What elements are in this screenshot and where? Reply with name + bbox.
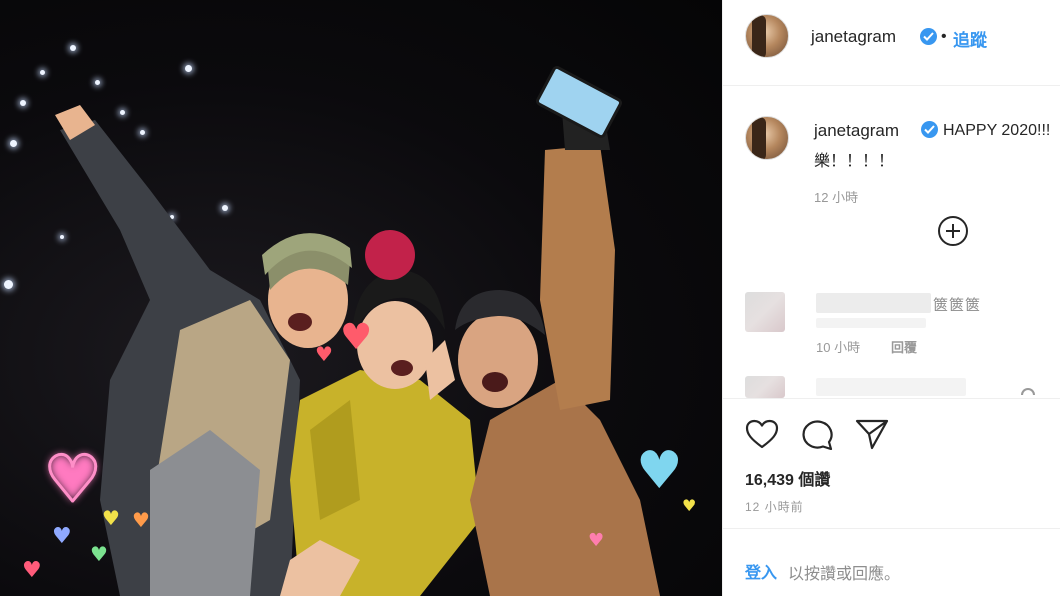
heart-sticker-icon: ♥ — [588, 530, 605, 551]
heart-sticker-icon: ♥ — [22, 558, 42, 583]
heart-outline-icon[interactable] — [745, 419, 779, 449]
separator-dot: • — [941, 28, 947, 45]
heart-sticker-icon: ♥ — [102, 506, 120, 530]
header-username-link[interactable]: janetagram — [811, 27, 896, 47]
comment-username-blurred — [816, 378, 966, 396]
comment-options-icon[interactable] — [1021, 388, 1035, 395]
caption-timestamp[interactable]: 12 小時 — [814, 187, 858, 206]
heart-sticker-icon: ♥ — [132, 508, 150, 532]
post-actions: 16,439 個讚 12 小時前 — [723, 398, 1060, 528]
comment-avatar[interactable] — [745, 376, 785, 398]
post-photo[interactable]: ♥ ♥ ♥ ♥ ♥ ♥ ♥ ♥ ♥ ♥ ♥ — [0, 0, 722, 596]
caption-username-link[interactable]: janetagram — [814, 121, 899, 141]
heart-sticker-icon: ♥ — [340, 317, 373, 358]
login-link[interactable]: 登入 — [745, 559, 777, 583]
comment-reply-button[interactable]: 回覆 — [891, 337, 917, 356]
avatar[interactable] — [745, 14, 789, 58]
heart-sticker-icon: ♥ — [90, 542, 108, 566]
follow-button[interactable]: 追蹤 — [953, 26, 987, 51]
verified-badge-icon — [921, 121, 938, 138]
like-count[interactable]: 16,439 個讚 — [745, 466, 830, 490]
paper-plane-icon[interactable] — [855, 418, 889, 450]
comment-timestamp[interactable]: 10 小時 — [816, 337, 860, 356]
caption-text: HAPPY 2020!!! — [943, 122, 1051, 139]
post-side-panel: janetagram • 追蹤 janetagram HAPPY 2020!!!… — [722, 0, 1060, 596]
login-prompt: 登入 以按讚或回應。 — [723, 528, 1060, 596]
caption-text-line2: 樂！！！！ — [814, 153, 895, 170]
comment-avatar[interactable] — [745, 292, 785, 332]
heart-sticker-icon: ♥ — [315, 342, 333, 366]
heart-sticker-icon: ♥ — [52, 524, 72, 549]
post-timestamp[interactable]: 12 小時前 — [745, 498, 804, 515]
verified-badge-icon — [920, 28, 937, 45]
plus-circle-icon[interactable] — [938, 216, 968, 246]
comment-text: 篋篋篋 — [933, 297, 982, 314]
heart-sticker-icon: ♥ — [682, 496, 697, 515]
heart-sticker-icon: ♥ — [636, 441, 683, 501]
comment-username-blurred — [816, 293, 931, 313]
login-prompt-text: 以按讚或回應。 — [788, 566, 901, 583]
post-header: janetagram • 追蹤 — [723, 0, 1060, 86]
caption-avatar[interactable] — [745, 116, 789, 160]
heart-sticker-icon: ♥ — [42, 443, 102, 517]
comment-text-blurred — [816, 318, 926, 328]
speech-bubble-icon[interactable] — [800, 418, 834, 450]
